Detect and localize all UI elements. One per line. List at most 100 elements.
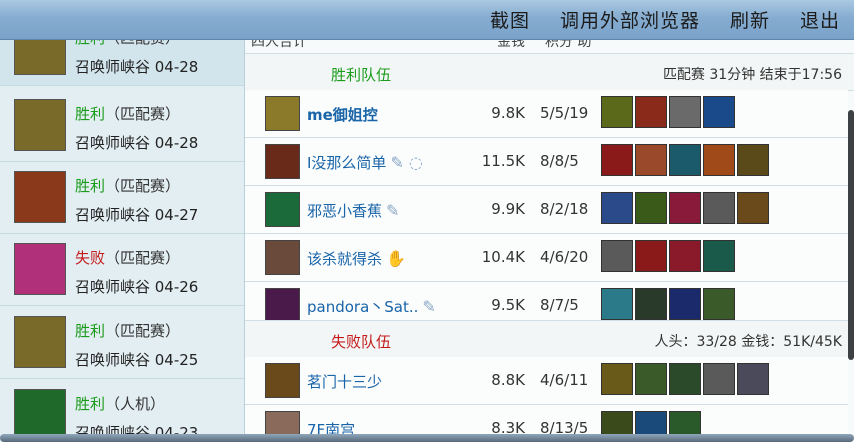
item-icon [635, 363, 667, 395]
refresh-button[interactable]: 刷新 [730, 6, 770, 33]
player-name-text: 茗门十三少 [307, 373, 383, 391]
champion-avatar [265, 363, 300, 398]
item-slots [601, 240, 737, 274]
item-icon [669, 240, 701, 272]
item-icon [703, 363, 735, 395]
item-icon [601, 363, 633, 395]
match-result: 胜利（匹配赛） [75, 103, 180, 124]
result-text: 胜利 [75, 105, 106, 123]
header-total: 四人合计 [251, 40, 307, 50]
item-slots [601, 288, 737, 322]
match-result: 胜利（匹配赛） [75, 175, 180, 196]
scrollbar[interactable] [848, 110, 854, 360]
map-date: 召唤师峡谷 04-28 [75, 134, 199, 152]
player-kda: 8/2/18 [540, 200, 589, 218]
champion-avatar [265, 144, 300, 179]
stats-header-row: 四人合计 金钱 积分 助 [245, 40, 854, 52]
item-icon [601, 240, 633, 272]
champion-avatar [265, 96, 300, 131]
map-date: 召唤师峡谷 04-28 [75, 58, 199, 76]
match-list-item[interactable]: 失败（匹配赛） 召唤师峡谷 04-26 [0, 234, 244, 306]
item-icon [635, 240, 667, 272]
screenshot-button[interactable]: 截图 [490, 6, 530, 33]
item-slots [601, 192, 771, 226]
win_team-header: 胜利队伍 匹配赛 31分钟 结束于17:56 [245, 53, 854, 91]
player-row[interactable]: 该杀就得杀 ✋ 10.4K 4/6/20 [245, 234, 848, 282]
match-list-item[interactable]: 胜利（匹配赛） 召唤师峡谷 04-25 [0, 307, 244, 379]
champion-avatar [14, 99, 66, 151]
player-name[interactable]: 该杀就得杀 ✋ [307, 248, 406, 269]
item-icon [669, 96, 701, 128]
loss_team-header: 失败队伍 人头：33/28 金钱：51K/45K [245, 320, 854, 358]
item-icon [669, 363, 701, 395]
player-name[interactable]: 茗门十三少 [307, 371, 386, 392]
player-gold: 10.4K [481, 248, 525, 266]
champion-avatar [14, 243, 66, 295]
mode-text: （匹配赛） [105, 40, 180, 47]
match-result: 失败（匹配赛） [75, 247, 180, 268]
item-icon [737, 192, 769, 224]
top-toolbar: 截图 调用外部浏览器 刷新 退出 [0, 0, 854, 40]
player-name-text: pandora丶Sat.. [307, 298, 419, 316]
match-result: 胜利（匹配赛） [75, 40, 180, 48]
item-icon [737, 363, 769, 395]
open-external-browser-button[interactable]: 调用外部浏览器 [560, 6, 700, 33]
map-date: 召唤师峡谷 04-25 [75, 351, 199, 369]
item-icon [601, 96, 633, 128]
item-icon [601, 144, 633, 176]
player-name[interactable]: me御姐控 [307, 104, 382, 125]
emote-icon: ✎ [386, 201, 400, 220]
player-name[interactable]: 邪恶小香蕉 ✎ [307, 200, 399, 221]
item-icon [635, 288, 667, 320]
player-row[interactable]: 邪恶小香蕉 ✎ 9.9K 8/2/18 [245, 186, 848, 234]
player-row[interactable]: I没那么简单 ✎ ◌ 11.5K 8/8/5 [245, 138, 848, 186]
item-icon [703, 96, 735, 128]
header-gold: 金钱 [497, 40, 525, 50]
player-name[interactable]: pandora丶Sat.. ✎ [307, 296, 436, 317]
champion-avatar [265, 192, 300, 227]
match-result: 胜利（匹配赛） [75, 320, 180, 341]
player-gold: 9.8K [491, 104, 525, 122]
team-label: 胜利队伍 [331, 66, 392, 84]
header-score: 积分 助 [545, 40, 592, 50]
map-date: 召唤师峡谷 04-26 [75, 278, 199, 296]
team-info: 人头：33/28 金钱：51K/45K [654, 334, 842, 350]
result-text: 胜利 [75, 40, 105, 47]
player-gold: 11.5K [481, 152, 525, 170]
team-info: 匹配赛 31分钟 结束于17:56 [662, 67, 842, 83]
item-slots [601, 144, 771, 178]
champion-avatar [14, 316, 66, 368]
player-name[interactable]: I没那么简单 ✎ ◌ [307, 152, 423, 173]
player-name-text: 该杀就得杀 [307, 250, 383, 268]
match-list-item[interactable]: 胜利（匹配赛） 召唤师峡谷 04-28 [0, 40, 244, 86]
player-kda: 8/8/5 [540, 152, 579, 170]
result-text: 胜利 [75, 322, 106, 340]
item-icon [635, 96, 667, 128]
item-icon [601, 288, 633, 320]
item-icon [669, 144, 701, 176]
item-icon [601, 192, 633, 224]
player-kda: 4/6/11 [540, 371, 589, 389]
item-icon [669, 288, 701, 320]
exit-button[interactable]: 退出 [800, 6, 840, 33]
match-list-item[interactable]: 胜利（匹配赛） 召唤师峡谷 04-28 [0, 90, 244, 162]
item-icon [635, 192, 667, 224]
bottom-scroll-indicator[interactable] [0, 434, 854, 442]
match-list-item[interactable]: 胜利（人机） 召唤师峡谷 04-23 [0, 380, 244, 442]
player-row[interactable]: 茗门十三少 8.8K 4/6/11 [245, 357, 848, 405]
match-history-list: 胜利（匹配赛）召唤师峡谷 04-28胜利（匹配赛）召唤师峡谷 04-28胜利（匹… [0, 40, 245, 442]
team-label: 失败队伍 [331, 333, 392, 351]
match-list-item[interactable]: 胜利（匹配赛） 召唤师峡谷 04-27 [0, 162, 244, 234]
item-icon [703, 240, 735, 272]
player-gold: 9.5K [491, 296, 525, 314]
item-icon [669, 192, 701, 224]
champion-avatar [14, 171, 66, 223]
player-row[interactable]: me御姐控 9.8K 5/5/19 [245, 90, 848, 138]
item-icon [703, 144, 735, 176]
item-icon [635, 144, 667, 176]
champion-avatar [265, 288, 300, 323]
item-slots [601, 96, 737, 130]
match-result: 胜利（人机） [75, 393, 165, 414]
item-icon [737, 144, 769, 176]
emote-icon: ✎ ◌ [390, 153, 423, 172]
